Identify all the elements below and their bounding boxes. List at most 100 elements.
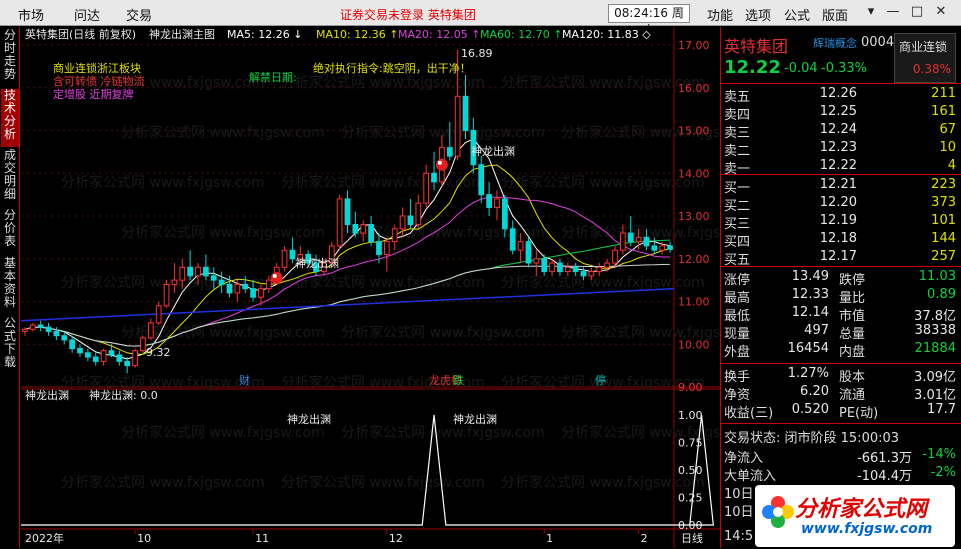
candle-body bbox=[667, 245, 673, 250]
stat-label: 量比 bbox=[839, 291, 866, 306]
watermark-layer: 分析家公式网 www.fxjgsw.com 分析家公式网 www.fxjgsw.c… bbox=[61, 74, 720, 491]
menu-trade[interactable]: 交易 bbox=[126, 5, 152, 24]
kline-chart[interactable]: 分析家公式网 www.fxjgsw.com 分析家公式网 www.fxjgsw.c… bbox=[21, 27, 720, 548]
candle-body bbox=[210, 275, 217, 281]
bid-volume: 373 bbox=[931, 195, 956, 210]
menu-options[interactable]: 选项 bbox=[745, 5, 771, 24]
candle-body bbox=[22, 328, 28, 332]
signal-ball-icon bbox=[270, 271, 283, 284]
date-label: 11 bbox=[255, 532, 269, 545]
bid-label: 买二 bbox=[724, 199, 751, 214]
flow-label: 净流入 bbox=[724, 451, 764, 466]
bid-volume: 223 bbox=[931, 177, 956, 192]
candle-body bbox=[132, 350, 138, 367]
marker-finance[interactable]: 财 bbox=[239, 373, 250, 387]
menu-wenda[interactable]: 问达 bbox=[74, 5, 100, 24]
ask-price: 12.24 bbox=[819, 122, 857, 137]
watermark-text: 分析家公式网 www.fxjgsw.com bbox=[121, 224, 325, 241]
marker-halt[interactable]: 停 bbox=[595, 373, 606, 387]
watermark-text: 分析家公式网 www.fxjgsw.com bbox=[341, 124, 545, 141]
board-name: 商业连锁 bbox=[899, 40, 948, 54]
candle-body bbox=[501, 198, 508, 230]
annot-concept: 含可转债 冷链物流 bbox=[53, 74, 145, 88]
candle-body bbox=[391, 228, 398, 243]
signal-label-1: 神龙出渊 bbox=[471, 144, 515, 158]
tab-formula-download[interactable]: 公式下载 bbox=[1, 317, 19, 375]
candle-body bbox=[635, 236, 642, 243]
menu-layout[interactable]: 版面 bbox=[822, 5, 848, 24]
tab-intraday[interactable]: 分时走势 bbox=[1, 29, 19, 87]
candle-body bbox=[265, 279, 272, 290]
signal-ball-highlight bbox=[437, 160, 442, 165]
sub-tick: 1.00 bbox=[678, 409, 703, 422]
sub-tick: 0.25 bbox=[678, 492, 703, 505]
candle-body bbox=[423, 172, 430, 204]
flow-label: 10日 bbox=[724, 487, 754, 502]
close-icon[interactable]: ✕ bbox=[932, 3, 950, 21]
period-label[interactable]: 日线 bbox=[681, 531, 703, 545]
sub-indicator-name[interactable]: 神龙出渊 bbox=[25, 388, 69, 402]
tab-price-table[interactable]: 分价表 bbox=[1, 209, 19, 255]
divider bbox=[721, 174, 961, 175]
unlock-date: 解禁日期: bbox=[249, 70, 297, 84]
candle-body bbox=[572, 266, 579, 273]
tab-basics[interactable]: 基本资料 bbox=[1, 257, 19, 315]
candle-body bbox=[446, 147, 453, 157]
site-logo: 分析家公式网 www.fxjgsw.com bbox=[755, 485, 955, 547]
candle-body bbox=[580, 271, 587, 277]
bid-volume: 101 bbox=[931, 213, 956, 228]
signal-ball-highlight bbox=[272, 273, 277, 278]
stat-value: 3.01亿 bbox=[914, 388, 956, 403]
price-axis: 9.00 10.00 11.00 12.00 13.00 14.00 15.00 16.00 1… bbox=[678, 39, 710, 394]
candle-body bbox=[407, 215, 414, 226]
candle-body bbox=[612, 249, 618, 264]
stock-name: 英特集团 bbox=[724, 37, 789, 56]
candle-body bbox=[588, 271, 595, 277]
candle-body bbox=[651, 245, 658, 251]
quote-panel: 英特集团 辉瑞概念 000411 商业连锁 0.38% 12.22 -0.04 … bbox=[720, 27, 961, 548]
flow-pct: -14% bbox=[922, 447, 956, 462]
maximize-icon[interactable]: □ bbox=[908, 3, 926, 21]
tab-technical[interactable]: 技术分析 bbox=[1, 89, 19, 147]
candle-body bbox=[525, 241, 532, 264]
candle-body bbox=[29, 324, 36, 330]
menu-market[interactable]: 市场 bbox=[18, 5, 44, 24]
price-tick: 15.00 bbox=[678, 125, 710, 138]
candle-body bbox=[549, 262, 555, 273]
price-pct: -0.33% bbox=[821, 61, 867, 76]
candle-body bbox=[596, 266, 603, 273]
divider bbox=[721, 423, 961, 424]
login-notice: 证券交易未登录 英特集团 bbox=[340, 8, 476, 22]
watermark-text: 分析家公式网 www.fxjgsw.com bbox=[341, 424, 545, 441]
price-tick: 12.00 bbox=[678, 253, 710, 266]
dropdown-icon[interactable]: ▾ bbox=[862, 3, 880, 21]
divider bbox=[721, 266, 961, 267]
tab-trades[interactable]: 成交明细 bbox=[1, 149, 19, 207]
menu-formula[interactable]: 公式 bbox=[784, 5, 810, 24]
stat-label: 流通 bbox=[839, 388, 866, 403]
watermark-text: 分析家公式网 www.fxjgsw.com bbox=[341, 324, 545, 341]
candle-body bbox=[179, 266, 186, 281]
ask-volume: 161 bbox=[931, 104, 956, 119]
quote-row: 卖五 12.26 211 bbox=[721, 86, 961, 105]
menu-function[interactable]: 功能 bbox=[707, 5, 733, 24]
indicator-name[interactable]: 神龙出渊主图 bbox=[149, 27, 215, 41]
divider bbox=[721, 363, 961, 364]
quote-row: 涨停 13.49 跌停 11.03 bbox=[721, 269, 961, 288]
board-box[interactable]: 商业连锁 0.38% bbox=[894, 33, 956, 83]
price-tick: 17.00 bbox=[678, 39, 710, 52]
date-label: 12 bbox=[389, 532, 403, 545]
minimize-icon[interactable]: — bbox=[884, 3, 902, 21]
stock-concept[interactable]: 辉瑞概念 bbox=[813, 35, 857, 51]
marker-drop[interactable]: 跌 bbox=[453, 373, 464, 387]
candle-body bbox=[45, 326, 52, 332]
candle-body bbox=[140, 337, 146, 352]
flow-label: 大单流入 bbox=[724, 469, 777, 484]
candle-body bbox=[250, 288, 256, 298]
candle-body bbox=[494, 198, 500, 208]
clock: 08:24:16 周六 bbox=[608, 4, 690, 37]
candle-body bbox=[517, 241, 524, 251]
stat-label: 收益(三) bbox=[724, 406, 774, 421]
candle-body bbox=[226, 283, 233, 294]
stat-label: 外盘 bbox=[724, 345, 751, 360]
